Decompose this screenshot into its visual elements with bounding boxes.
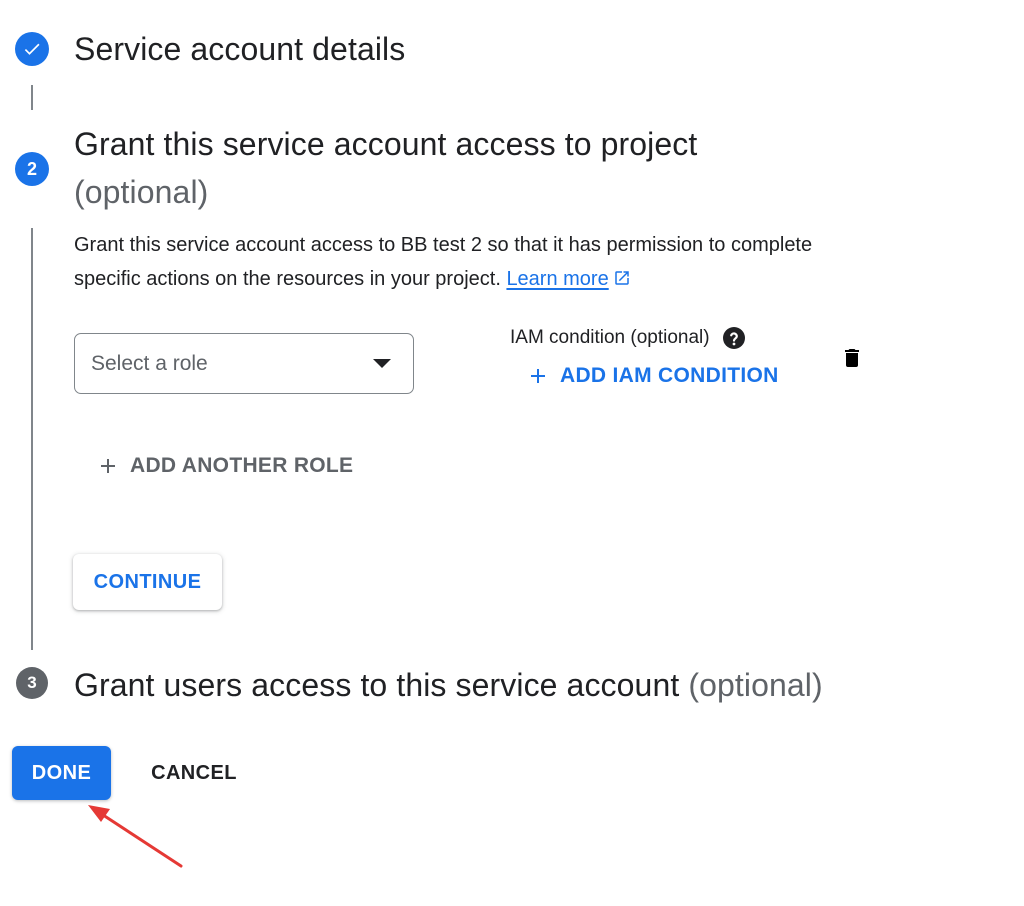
delete-icon — [845, 349, 859, 367]
continue-button[interactable]: CONTINUE — [73, 554, 222, 610]
plus-icon — [96, 454, 120, 478]
step-2-optional-label: (optional) — [74, 174, 209, 210]
grant-access-description: Grant this service account access to BB … — [74, 228, 834, 296]
step-3-optional-label: (optional) — [688, 667, 823, 703]
done-button[interactable]: DONE — [12, 746, 111, 800]
help-icon[interactable] — [722, 326, 746, 350]
external-link-icon — [614, 271, 629, 285]
iam-condition-label-text: IAM condition (optional) — [510, 327, 710, 348]
role-select-dropdown[interactable]: Select a role — [74, 333, 414, 394]
step-3-title-text: Grant users access to this service accou… — [74, 667, 680, 703]
learn-more-link[interactable]: Learn more — [506, 268, 630, 290]
step-2-title-text: Grant this service account access to pro… — [74, 126, 698, 162]
create-service-account-page: Service account details 2 Grant this ser… — [0, 0, 1024, 906]
step-2-indicator: 2 — [15, 152, 49, 186]
check-icon — [24, 43, 40, 55]
step-1-complete-indicator — [15, 32, 49, 66]
annotation-arrow — [88, 805, 183, 868]
delete-role-button[interactable] — [840, 344, 864, 372]
description-text: Grant this service account access to BB … — [74, 234, 813, 290]
add-another-role-label: ADD ANOTHER ROLE — [130, 454, 354, 477]
iam-condition-label: IAM condition (optional) — [510, 322, 746, 354]
step-3-indicator: 3 — [16, 667, 48, 699]
cancel-button[interactable]: CANCEL — [136, 746, 252, 800]
plus-icon — [526, 364, 550, 388]
dropdown-caret-icon — [373, 359, 391, 368]
add-iam-condition-button[interactable]: ADD IAM CONDITION — [526, 359, 779, 393]
learn-more-text: Learn more — [506, 268, 609, 290]
role-select-placeholder: Select a role — [91, 351, 208, 375]
step-connector — [31, 228, 33, 650]
step-1-title[interactable]: Service account details — [74, 25, 405, 73]
add-iam-condition-label: ADD IAM CONDITION — [560, 364, 779, 387]
step-connector — [31, 85, 33, 110]
add-another-role-button[interactable]: ADD ANOTHER ROLE — [96, 449, 353, 483]
step-3-title[interactable]: Grant users access to this service accou… — [74, 661, 823, 709]
step-2-title: Grant this service account access to pro… — [74, 120, 834, 216]
